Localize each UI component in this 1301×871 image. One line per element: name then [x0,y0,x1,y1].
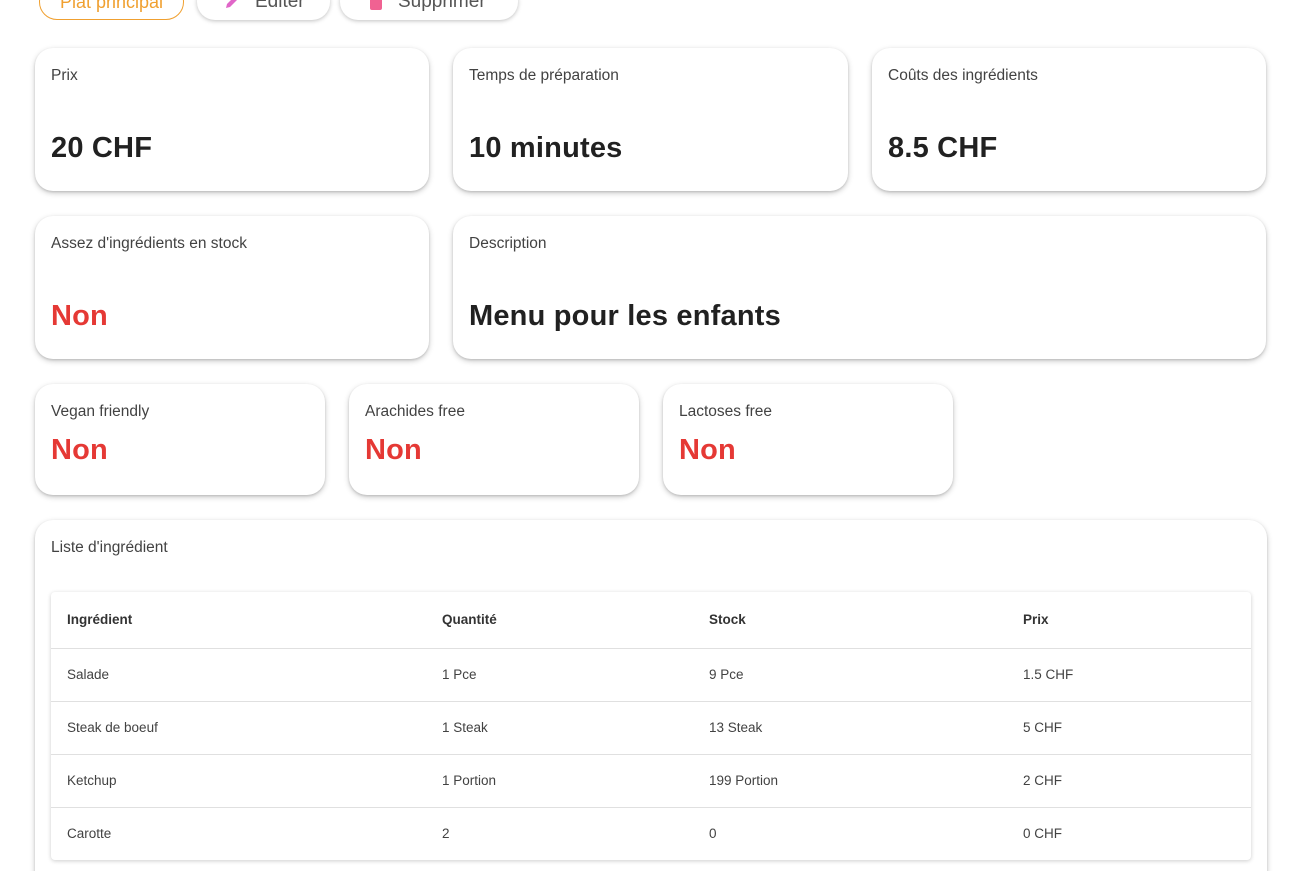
ingredient-cost-card: Coûts des ingrédients 8.5 CHF [872,48,1266,191]
vegan-value: Non [51,434,108,466]
prep-time-label: Temps de préparation [469,67,619,84]
pencil-icon [223,0,241,11]
edit-button-label: Editer [255,0,305,12]
table-row[interactable]: Steak de boeuf 1 Steak 13 Steak 5 CHF [51,701,1251,755]
cell-stock: 13 Steak [693,701,1007,755]
cell-price: 2 CHF [1007,754,1251,808]
vegan-label: Vegan friendly [51,403,150,420]
stock-value: Non [51,300,108,332]
column-header-stock[interactable]: Stock [693,592,1007,649]
delete-button[interactable]: Supprimer [340,0,518,20]
trash-icon [368,0,384,11]
cell-ingredient: Steak de boeuf [51,701,426,755]
ingredients-title: Liste d'ingrédient [51,539,168,556]
prep-time-value: 10 minutes [469,132,623,164]
description-label: Description [469,235,547,252]
cell-ingredient: Carotte [67,826,112,842]
table-row[interactable]: Salade 1 Pce 9 Pce 1.5 CHF [51,648,1251,702]
cell-stock: 9 Pce [693,648,1007,702]
lactose-value: Non [679,434,736,466]
ingredients-table: Ingrédient Quantité Stock Prix Salade 1 … [51,592,1251,860]
cell-quantity: 1 Portion [426,754,693,808]
description-card: Description Menu pour les enfants [453,216,1266,359]
prep-time-card: Temps de préparation 10 minutes [453,48,848,191]
cell-stock: 199 Portion [693,754,1007,808]
cell-stock: 0 [709,826,717,842]
column-header-price[interactable]: Prix [1007,592,1251,649]
column-header-ingredient[interactable]: Ingrédient [51,592,426,649]
column-header-quantity[interactable]: Quantité [426,592,693,649]
edit-button[interactable]: Editer [197,0,330,20]
table-row[interactable]: Carotte 2 0 0 CHF [51,807,1251,860]
peanut-label: Arachides free [365,403,465,420]
cell-quantity: 1 Steak [426,701,693,755]
table-header-row: Ingrédient Quantité Stock Prix [51,592,1251,649]
price-value: 20 CHF [51,132,153,164]
ingredients-card: Liste d'ingrédient Ingrédient Quantité S… [35,520,1267,871]
cell-quantity: 1 Pce [426,648,693,702]
peanut-card: Arachides free Non [349,384,639,495]
stock-card: Assez d'ingrédients en stock Non [35,216,429,359]
lactose-label: Lactoses free [679,403,773,420]
category-chip-label: Plat principal [59,0,164,12]
description-value: Menu pour les enfants [469,300,781,332]
table-row[interactable]: Ketchup 1 Portion 199 Portion 2 CHF [51,754,1251,808]
cell-ingredient: Ketchup [51,754,426,808]
ingredient-cost-label: Coûts des ingrédients [888,67,1038,84]
price-label: Prix [51,67,78,84]
ingredients-table-wrapper: Ingrédient Quantité Stock Prix Salade 1 … [51,592,1251,860]
cell-quantity: 2 [442,826,450,842]
delete-button-label: Supprimer [398,0,486,12]
cell-price: 0 CHF [1023,826,1063,842]
vegan-card: Vegan friendly Non [35,384,325,495]
price-card: Prix 20 CHF [35,48,429,191]
category-chip[interactable]: Plat principal [39,0,184,20]
cell-price: 5 CHF [1007,701,1251,755]
cell-price: 1.5 CHF [1007,648,1251,702]
peanut-value: Non [365,434,422,466]
stock-label: Assez d'ingrédients en stock [51,235,247,252]
lactose-card: Lactoses free Non [663,384,953,495]
dish-detail-page: Plat principal Editer Supprimer Prix 20 … [0,0,1301,871]
ingredient-cost-value: 8.5 CHF [888,132,998,164]
cell-ingredient: Salade [51,648,426,702]
